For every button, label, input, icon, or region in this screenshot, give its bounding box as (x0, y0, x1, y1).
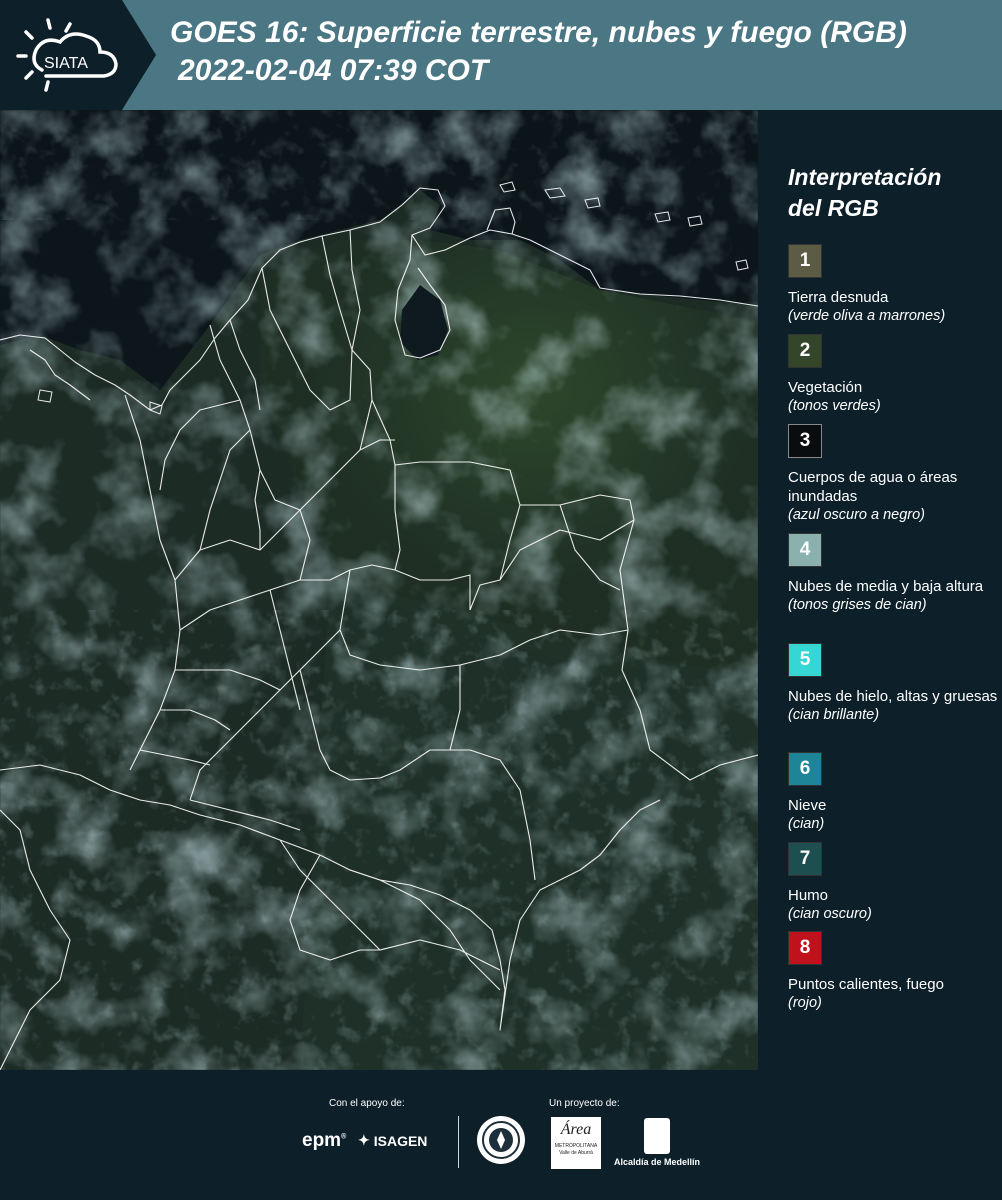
legend-swatch: 8 (788, 931, 822, 965)
legend-label: Puntos calientes, fuego (788, 976, 944, 993)
header-bar: SIATA GOES 16: Superficie terrestre, nub… (0, 0, 1002, 110)
title-line1: GOES 16: Superficie terrestre, nubes y f… (170, 16, 907, 49)
page-title: GOES 16: Superficie terrestre, nubes y f… (170, 14, 1000, 90)
legend-item-smoke: 7 Humo (cian oscuro) (788, 842, 998, 924)
legend-swatch: 6 (788, 752, 822, 786)
legend-swatch: 5 (788, 643, 822, 677)
area-metropolitana-logo: Área METROPOLITANA Valle de Aburrá (551, 1117, 601, 1169)
isagen-logo: ✦ ISAGEN (358, 1132, 428, 1149)
legend-desc: (verde oliva a marrones) (788, 308, 946, 324)
alcaldia-medellin-logo: Alcaldía de Medellín (611, 1118, 703, 1167)
legend-desc: (tonos grises de cian) (788, 597, 927, 613)
legend-item-vegetation: 2 Vegetación (tonos verdes) (788, 334, 998, 416)
seal-icon (482, 1121, 520, 1159)
legend-desc: (rojo) (788, 995, 822, 1011)
legend-item-snow: 6 Nieve (cian) (788, 752, 998, 834)
legend-desc: (tonos verdes) (788, 398, 881, 414)
rgb-composite-image (0, 110, 758, 1070)
sun-cloud-icon: SIATA (16, 18, 118, 92)
siata-logo: SIATA (0, 0, 156, 110)
legend-label: Nubes de media y baja altura (788, 578, 984, 595)
project-label: Un proyecto de: (549, 1098, 620, 1109)
svg-text:SIATA: SIATA (44, 55, 88, 72)
isagen-icon: ✦ (358, 1132, 370, 1148)
university-seal-logo (477, 1116, 525, 1164)
footer-divider (458, 1116, 459, 1168)
legend-swatch: 7 (788, 842, 822, 876)
legend-swatch: 2 (788, 334, 822, 368)
legend-item-ice-clouds: 5 Nubes de hielo, altas y gruesas (cian … (788, 643, 998, 725)
epm-logo: epm® (302, 1130, 347, 1151)
legend-swatch: 3 (788, 424, 822, 458)
legend-label: Cuerpos de agua o áreas inundadas (788, 469, 958, 505)
title-line2: 2022-02-04 07:39 COT (178, 54, 489, 87)
footer: Con el apoyo de: Un proyecto de: epm® ✦ … (0, 1070, 1002, 1200)
legend-label: Vegetación (788, 379, 863, 396)
legend-item-low-clouds: 4 Nubes de media y baja altura (tonos gr… (788, 533, 998, 615)
legend-title: Interpretación del RGB (788, 164, 942, 221)
legend-desc: (cian brillante) (788, 707, 880, 723)
legend-swatch: 1 (788, 244, 822, 278)
crest-icon (644, 1118, 670, 1154)
legend-label: Tierra desnuda (788, 289, 889, 306)
legend-desc: (cian oscuro) (788, 906, 872, 922)
legend-panel: Interpretación del RGB 1 Tierra desnuda … (788, 162, 998, 1011)
legend-label: Humo (788, 887, 829, 904)
legend-label: Nubes de hielo, altas y gruesas (788, 688, 998, 705)
satellite-map (0, 110, 758, 1070)
legend-item-fire: 8 Puntos calientes, fuego (rojo) (788, 931, 998, 1013)
legend-desc: (azul oscuro a negro) (788, 507, 926, 523)
legend-swatch: 4 (788, 533, 822, 567)
legend-desc: (cian) (788, 816, 825, 832)
legend-label: Nieve (788, 797, 827, 814)
legend-item-bare-soil: 1 Tierra desnuda (verde oliva a marrones… (788, 244, 998, 326)
support-label: Con el apoyo de: (329, 1098, 405, 1109)
legend-item-water: 3 Cuerpos de agua o áreas inundadas (azu… (788, 424, 998, 525)
